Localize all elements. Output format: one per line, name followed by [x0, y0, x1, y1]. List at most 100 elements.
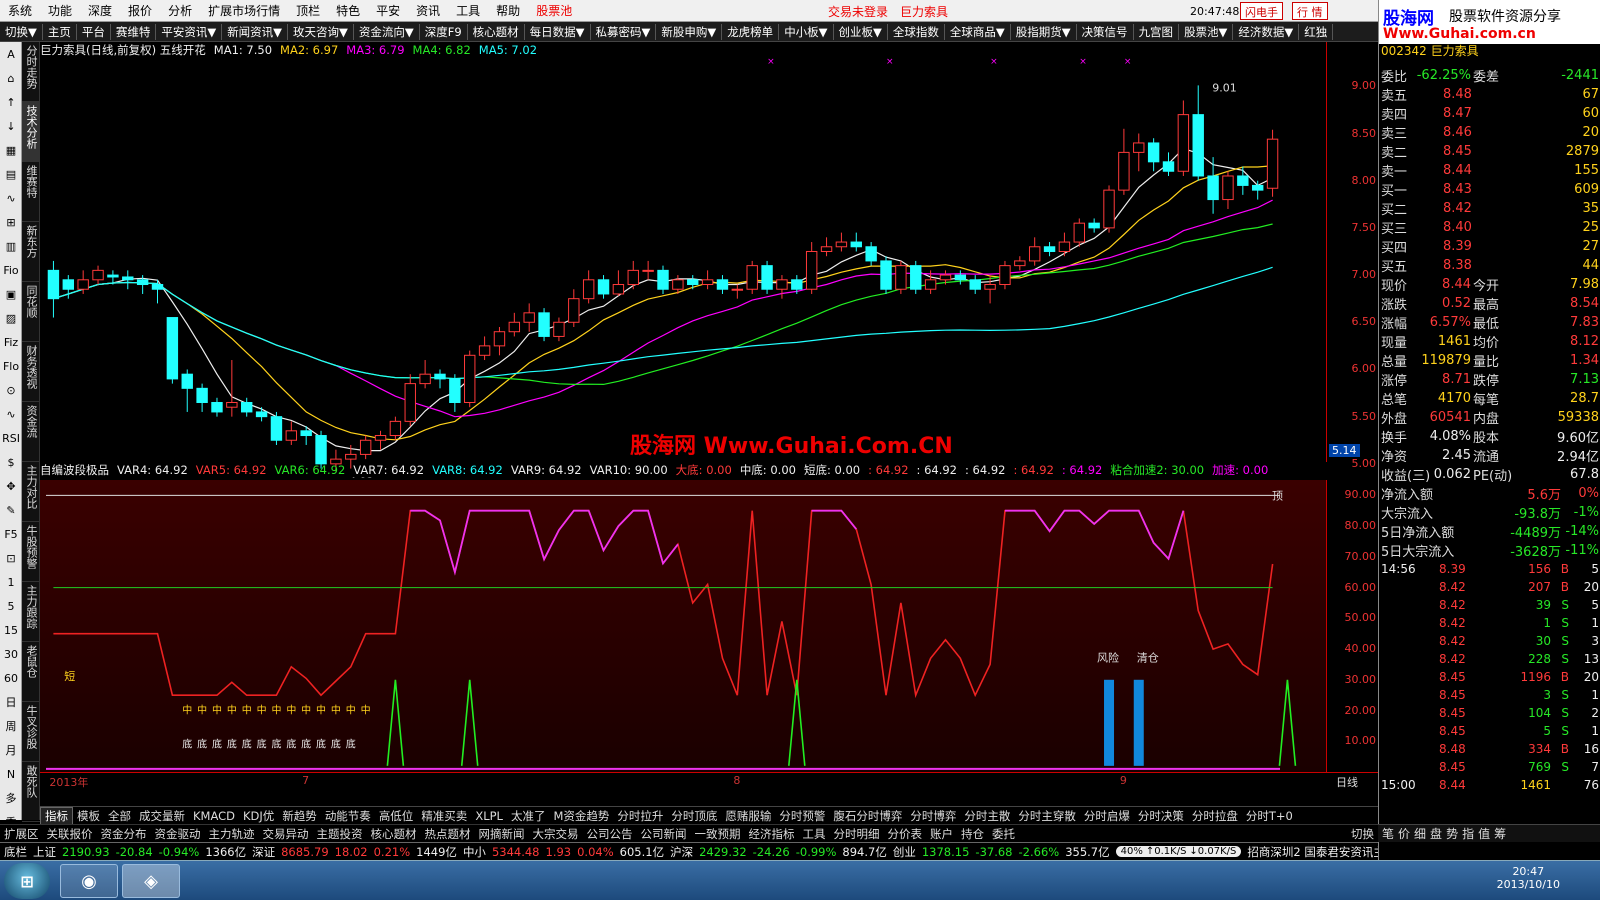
- ext-tab-4[interactable]: 主力轨迹: [205, 826, 259, 842]
- menu-btn-1[interactable]: 行 情: [1292, 2, 1328, 20]
- indicator-tab-15[interactable]: 愿赌服输: [721, 808, 775, 824]
- left-icon-2[interactable]: ↑: [0, 90, 22, 114]
- toolbar-item-7[interactable]: 资金流向▼: [354, 23, 420, 40]
- toolbar-item-23[interactable]: 红独: [1299, 23, 1334, 40]
- order-book-row[interactable]: 买三 8.40 25: [1379, 218, 1600, 237]
- quote-tab-6[interactable]: 值: [1478, 825, 1490, 842]
- menu-3[interactable]: 报价: [120, 2, 160, 19]
- menu-5[interactable]: 扩展市场行情: [200, 2, 288, 19]
- ext-tab-16[interactable]: 分时明细: [830, 826, 884, 842]
- indicator-tab-16[interactable]: 分时预警: [775, 808, 829, 824]
- indicator-tab-14[interactable]: 分时顶底: [667, 808, 721, 824]
- ext-tab-8[interactable]: 热点题材: [421, 826, 475, 842]
- vtab-10[interactable]: 老鼠仓: [22, 642, 40, 702]
- toolbar-item-4[interactable]: 平安资讯▼: [156, 23, 223, 40]
- ticker-name-5[interactable]: 创业: [893, 844, 916, 860]
- vtab-11[interactable]: 牛叉诊股: [22, 702, 40, 762]
- indicator-tab-7[interactable]: 动能节奏: [321, 808, 375, 824]
- left-icon-8[interactable]: ▥: [0, 234, 22, 258]
- ext-tab-9[interactable]: 网摘新闻: [475, 826, 529, 842]
- left-icon-30[interactable]: N: [0, 762, 22, 786]
- left-icon-21[interactable]: ⊡: [0, 546, 22, 570]
- ext-tab-14[interactable]: 经济指标: [745, 826, 799, 842]
- toolbar-item-13[interactable]: 龙虎榜单: [722, 23, 780, 40]
- ext-tab-7[interactable]: 核心题材: [367, 826, 421, 842]
- left-icon-18[interactable]: ✥: [0, 474, 22, 498]
- ext-tab-18[interactable]: 账户: [926, 826, 957, 842]
- menu-7[interactable]: 特色: [328, 2, 368, 19]
- indicator-tab-3[interactable]: 成交量新: [135, 808, 189, 824]
- left-icon-11[interactable]: ▨: [0, 306, 22, 330]
- ticker-name-3[interactable]: 中小: [463, 844, 486, 860]
- toolbar-item-20[interactable]: 九宫图: [1134, 23, 1180, 40]
- indicator-tab-13[interactable]: 分时拉升: [613, 808, 667, 824]
- toolbar-item-10[interactable]: 每日数据▼: [525, 23, 591, 40]
- indicator-tab-10[interactable]: XLPL: [471, 809, 507, 823]
- ext-tab-3[interactable]: 资金驱动: [151, 826, 205, 842]
- start-button[interactable]: ⊞: [4, 863, 50, 899]
- left-icon-14[interactable]: ⊙: [0, 378, 22, 402]
- indicator-tab-11[interactable]: 太准了: [507, 808, 550, 824]
- menu-btn-0[interactable]: 闪电手: [1240, 2, 1283, 20]
- left-icon-29[interactable]: 月: [0, 738, 22, 762]
- vtab-1[interactable]: 技术分析: [22, 102, 40, 162]
- vtab-3[interactable]: 新东方: [22, 222, 40, 282]
- toolbar-item-22[interactable]: 经济数据▼: [1233, 23, 1300, 40]
- menu-9[interactable]: 资讯: [408, 2, 448, 19]
- order-book-row[interactable]: 卖四 8.47 60: [1379, 104, 1600, 123]
- menu-11[interactable]: 帮助: [488, 2, 528, 19]
- quote-tab-5[interactable]: 指: [1462, 825, 1474, 842]
- vtab-6[interactable]: 资金流: [22, 402, 40, 462]
- indicator-tab-22[interactable]: 分时决策: [1134, 808, 1188, 824]
- quote-tab-2[interactable]: 细: [1414, 825, 1426, 842]
- indicator-tab-9[interactable]: 精准买卖: [417, 808, 471, 824]
- indicator-tab-8[interactable]: 高低位: [375, 808, 418, 824]
- ext-tab-15[interactable]: 工具: [799, 826, 830, 842]
- order-book-row[interactable]: 买二 8.42 35: [1379, 199, 1600, 218]
- ext-tab-19[interactable]: 持仓: [957, 826, 988, 842]
- left-icon-26[interactable]: 60: [0, 666, 22, 690]
- left-icon-24[interactable]: 15: [0, 618, 22, 642]
- menu-8[interactable]: 平安: [368, 2, 408, 19]
- menu-2[interactable]: 深度: [80, 2, 120, 19]
- indicator-chart[interactable]: 顶风险 清仓底底底底底底底底底底底底中中中中中中中中中中中中中短: [40, 480, 1326, 772]
- left-icon-4[interactable]: ▦: [0, 138, 22, 162]
- toolbar-item-11[interactable]: 私募密码▼: [591, 23, 657, 40]
- vtab-4[interactable]: 同花顺: [22, 282, 40, 342]
- left-icon-12[interactable]: Fiz: [0, 330, 22, 354]
- indicator-tab-5[interactable]: KDJ优: [239, 808, 278, 824]
- ext-tab-13[interactable]: 一致预期: [691, 826, 745, 842]
- quote-tab-1[interactable]: 价: [1398, 825, 1410, 842]
- toolbar-item-14[interactable]: 中小板▼: [779, 23, 834, 40]
- indicator-tab-23[interactable]: 分时拉盘: [1188, 808, 1242, 824]
- left-icon-22[interactable]: 1: [0, 570, 22, 594]
- left-icon-3[interactable]: ↓: [0, 114, 22, 138]
- left-icon-31[interactable]: 多: [0, 786, 22, 810]
- toolbar-item-16[interactable]: 全球指数: [888, 23, 945, 40]
- menu-0[interactable]: 系统: [0, 2, 40, 19]
- indicator-tab-18[interactable]: 分时博弈: [906, 808, 960, 824]
- left-icon-16[interactable]: RSI: [0, 426, 22, 450]
- indicator-tab-24[interactable]: 分时T+0: [1242, 808, 1297, 824]
- menu-12[interactable]: 股票池: [528, 2, 580, 19]
- quote-tab-3[interactable]: 盘: [1430, 825, 1442, 842]
- left-icon-7[interactable]: ⊞: [0, 210, 22, 234]
- toolbar-item-9[interactable]: 核心题材: [468, 23, 525, 40]
- left-icon-17[interactable]: $: [0, 450, 22, 474]
- vtab-5[interactable]: 财务透视: [22, 342, 40, 402]
- toolbar-item-12[interactable]: 新股申购▼: [656, 23, 723, 40]
- ticker-name-4[interactable]: 沪深: [670, 844, 693, 860]
- left-icon-20[interactable]: F5: [0, 522, 22, 546]
- indicator-tab-1[interactable]: 模板: [73, 808, 104, 824]
- vtab-8[interactable]: 牛股预警: [22, 522, 40, 582]
- toolbar-item-3[interactable]: 赛维特: [111, 23, 157, 40]
- order-book-row[interactable]: 卖一 8.44 155: [1379, 161, 1600, 180]
- vtab-12[interactable]: 敢死队: [22, 762, 40, 822]
- order-book-row[interactable]: 买四 8.39 27: [1379, 237, 1600, 256]
- switch-tab[interactable]: 切换: [1347, 826, 1378, 842]
- left-icon-0[interactable]: A: [0, 42, 22, 66]
- left-icon-10[interactable]: ▣: [0, 282, 22, 306]
- toolbar-item-5[interactable]: 新闻资讯▼: [222, 23, 289, 40]
- ext-tab-0[interactable]: 扩展区: [0, 826, 43, 842]
- browser-icon[interactable]: ◉: [60, 864, 118, 898]
